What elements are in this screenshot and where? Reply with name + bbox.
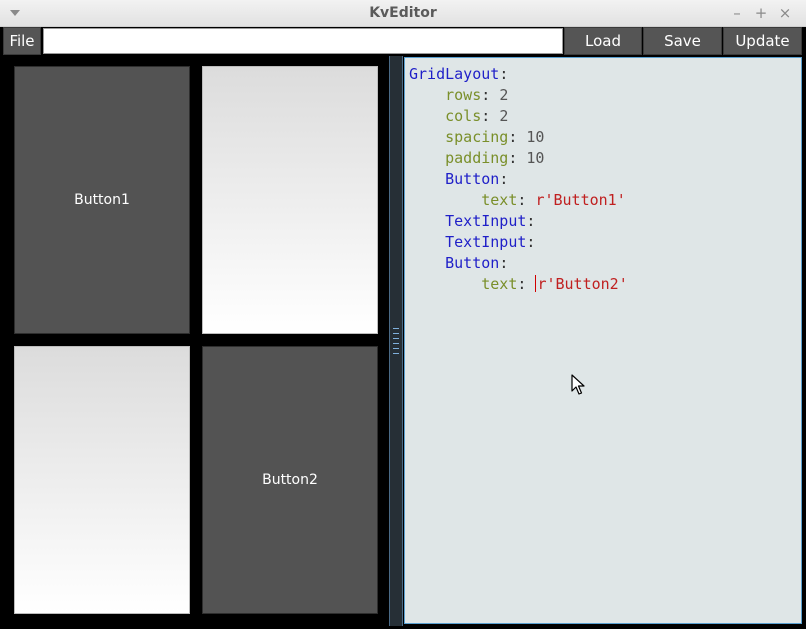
close-icon[interactable]: × (776, 4, 794, 22)
code-line: Button: (409, 169, 801, 190)
code-line: cols: 2 (409, 106, 801, 127)
file-button[interactable]: File (3, 27, 41, 55)
code-line: text: r'Button1' (409, 190, 801, 211)
code-token: rows (445, 86, 482, 104)
toolbar: File Load Save Update (0, 27, 806, 56)
code-token: : (526, 233, 536, 251)
code-token: : (508, 149, 527, 167)
mouse-cursor-icon (571, 374, 585, 395)
code-token: Button (445, 254, 500, 272)
update-button[interactable]: Update (723, 27, 802, 55)
preview-textinput-1[interactable] (202, 66, 378, 334)
code-token: spacing (445, 128, 509, 146)
preview-button1[interactable]: Button1 (14, 66, 190, 334)
code-token: TextInput (445, 212, 527, 230)
main-area: Button1 Button2 GridLayout: rows: 2 cols… (0, 56, 806, 629)
code-token: : (526, 212, 536, 230)
code-token: : (481, 107, 500, 125)
code-token: 10 (526, 128, 545, 146)
code-token: : (517, 275, 536, 293)
save-button[interactable]: Save (643, 27, 722, 55)
code-token: 10 (526, 149, 545, 167)
code-token: : (499, 65, 509, 83)
title-bar: KvEditor – + × (0, 0, 806, 27)
code-token: 2 (499, 86, 509, 104)
code-editor[interactable]: GridLayout: rows: 2 cols: 2 spacing: 10 … (404, 57, 802, 624)
code-token: r'Button2' (537, 275, 628, 293)
code-token: : (517, 191, 536, 209)
code-token: Button (445, 170, 500, 188)
code-token: cols (445, 107, 482, 125)
code-token: TextInput (445, 233, 527, 251)
code-line: text: r'Button2' (409, 274, 801, 295)
code-token: r'Button1' (535, 191, 626, 209)
code-line: GridLayout: (409, 64, 801, 85)
preview-panel: Button1 Button2 (3, 56, 389, 626)
filename-input[interactable] (43, 28, 563, 54)
panel-splitter[interactable] (389, 56, 403, 626)
code-line: rows: 2 (409, 85, 801, 106)
preview-textinput-2[interactable] (14, 346, 190, 614)
code-line: spacing: 10 (409, 127, 801, 148)
code-token: text (481, 191, 518, 209)
code-token: : (481, 86, 500, 104)
minimize-icon[interactable]: – (728, 4, 746, 22)
load-button[interactable]: Load (564, 27, 642, 55)
window-title: KvEditor (369, 5, 437, 21)
maximize-icon[interactable]: + (752, 4, 770, 22)
preview-button2[interactable]: Button2 (202, 346, 378, 614)
code-token: : (499, 254, 509, 272)
code-token: : (499, 170, 509, 188)
code-line: padding: 10 (409, 148, 801, 169)
code-token: text (481, 275, 518, 293)
splitter-grip-icon[interactable] (393, 328, 399, 354)
code-line: TextInput: (409, 211, 801, 232)
code-token: : (508, 128, 527, 146)
code-line: Button: (409, 253, 801, 274)
code-token: padding (445, 149, 509, 167)
code-line: TextInput: (409, 232, 801, 253)
code-token: GridLayout (409, 65, 500, 83)
code-token: 2 (499, 107, 509, 125)
